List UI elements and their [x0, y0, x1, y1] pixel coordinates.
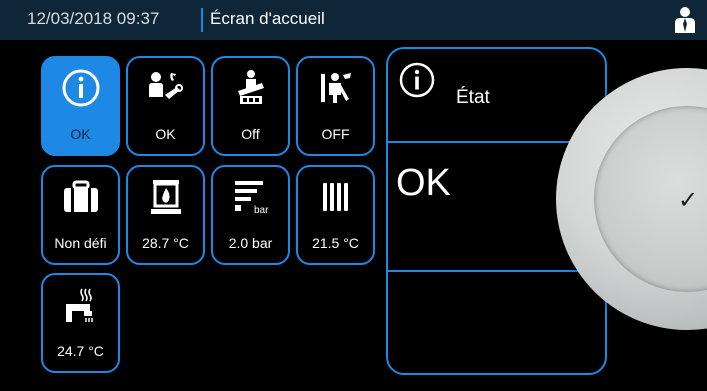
pressure-gauge-icon: bar	[234, 181, 269, 216]
info-icon	[62, 69, 99, 107]
tile-holiday[interactable]: Non défi	[41, 165, 120, 265]
status-info-icon	[399, 62, 435, 98]
screen-title: Écran d'accueil	[210, 9, 325, 28]
tile-info[interactable]: OK	[41, 56, 120, 156]
tile-service[interactable]: OK	[126, 56, 205, 156]
maintenance-icon	[320, 73, 351, 103]
status-divider-bottom	[388, 270, 605, 272]
chimney-sweep-icon	[237, 70, 264, 104]
radiator-icon	[322, 183, 348, 211]
tile-service-label: OK	[155, 126, 176, 142]
suitcase-icon	[63, 180, 98, 212]
tile-boiler-temp[interactable]: 28.7 °C	[126, 165, 205, 265]
status-value: OK	[396, 162, 451, 204]
tile-info-label: OK	[70, 126, 91, 142]
tile-radiator[interactable]: 21.5 °C	[296, 165, 375, 265]
top-bar: 12/03/2018 09:37 Écran d'accueil	[0, 0, 707, 40]
tile-maintenance[interactable]: OFF	[296, 56, 375, 156]
tile-boiler-temp-label: 28.7 °C	[142, 235, 189, 251]
screen: 12/03/2018 09:37 Écran d'accueil OK OK O…	[0, 0, 707, 391]
boiler-flame-icon	[150, 180, 181, 214]
tile-chimney[interactable]: Off	[211, 56, 290, 156]
tile-hot-water-label: 24.7 °C	[57, 343, 104, 359]
status-title: État	[456, 87, 490, 108]
tile-hot-water[interactable]: 24.7 °C	[41, 273, 120, 373]
check-icon: ✓	[678, 187, 699, 214]
pressure-unit-text: bar	[254, 205, 269, 216]
tile-pressure[interactable]: bar 2.0 bar	[211, 165, 290, 265]
service-phone-icon	[148, 72, 183, 99]
tile-holiday-label: Non défi	[54, 235, 107, 251]
tile-maintenance-label: OFF	[321, 126, 350, 142]
user-icon[interactable]	[674, 6, 696, 34]
tile-radiator-label: 21.5 °C	[312, 235, 359, 251]
hot-water-tap-icon	[65, 288, 93, 322]
datetime: 12/03/2018 09:37	[27, 9, 160, 28]
tile-chimney-label: Off	[241, 126, 260, 142]
tile-pressure-label: 2.0 bar	[228, 235, 273, 251]
title-separator	[201, 8, 203, 32]
